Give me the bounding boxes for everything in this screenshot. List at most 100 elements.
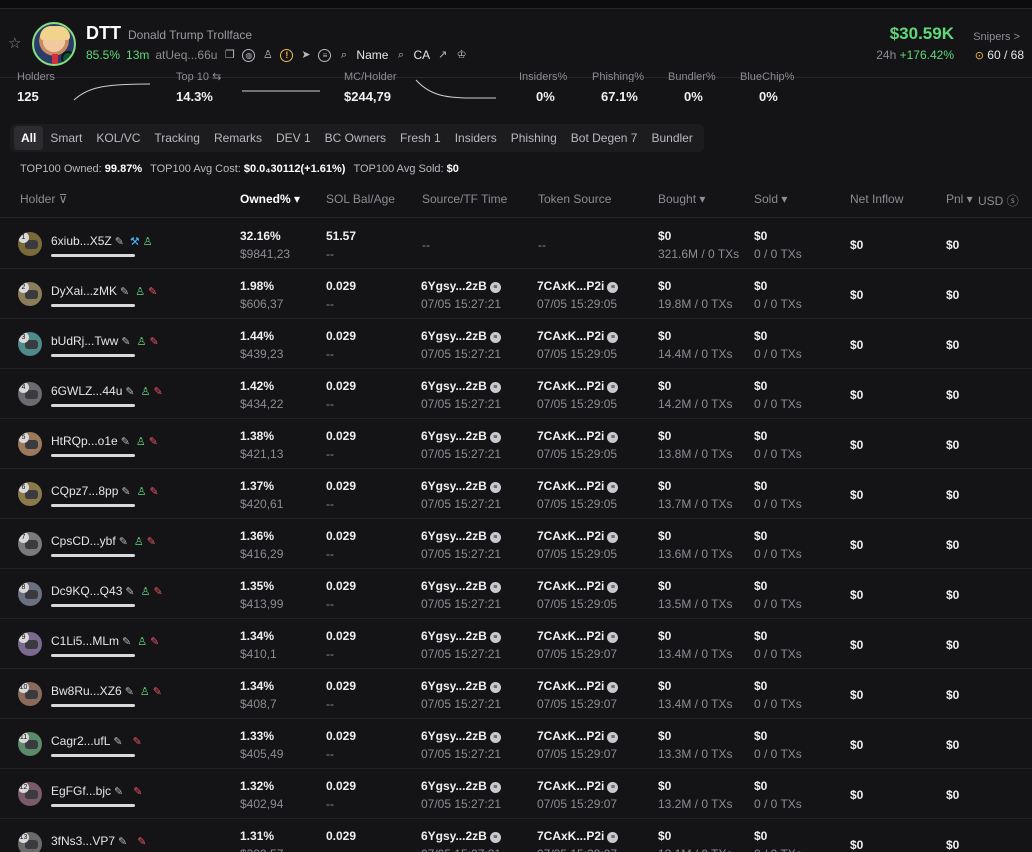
edit-remark-icon[interactable]: ✎ [121, 486, 130, 498]
edit-remark-icon[interactable]: ✎ [114, 786, 123, 798]
source-address[interactable]: 6Ygsy...2zB ≡ [421, 729, 501, 743]
edit-remark-icon[interactable]: ✎ [119, 536, 128, 548]
holder-address-cell[interactable]: Dc9KQ...Q43 ✎ ♙ ✎ [51, 584, 163, 598]
table-row[interactable]: 5 HtRQp...o1e ✎ ♙ ✎ 1.38% $421,13 0.029 -- … [0, 419, 1032, 469]
tab-remarks[interactable]: Remarks [207, 126, 269, 150]
token-source-address[interactable]: 7CAxK...P2i ≡ [537, 579, 619, 593]
holder-address[interactable]: Cagr2...ufL [51, 734, 110, 748]
edit-remark-icon[interactable]: ✎ [121, 436, 130, 448]
tab-bot-degen[interactable]: Bot Degen 7 [564, 126, 645, 150]
tab-kol-vc[interactable]: KOL/VC [89, 126, 147, 150]
header-sold[interactable]: Sold ▾ [754, 192, 787, 206]
token-source-address[interactable]: 7CAxK...P2i ≡ [537, 429, 619, 443]
holder-address-cell[interactable]: HtRQp...o1e ✎ ♙ ✎ [51, 434, 158, 448]
holder-address[interactable]: Dc9KQ...Q43 [51, 584, 122, 598]
holder-address[interactable]: 6xiub...X5Z [51, 234, 112, 248]
table-row[interactable]: 9 C1Li5...MLm ✎ ♙ ✎ 1.34% $410,1 0.029 -- 6… [0, 619, 1032, 669]
external-link-icon[interactable]: ↗ [436, 49, 449, 62]
holder-address-cell[interactable]: DyXai...zMK ✎ ♙ ✎ [51, 284, 157, 298]
crown-icon[interactable]: ♔ [455, 49, 468, 62]
holder-address[interactable]: C1Li5...MLm [51, 634, 119, 648]
holder-address[interactable]: DyXai...zMK [51, 284, 117, 298]
edit-remark-icon[interactable]: ✎ [125, 686, 134, 698]
snipers-link[interactable]: Snipers > [973, 31, 1020, 43]
holder-address-cell[interactable]: 6xiub...X5Z ✎ ⚒ ♙ [51, 234, 153, 248]
edit-remark-icon[interactable]: ✎ [125, 386, 134, 398]
token-source-address[interactable]: 7CAxK...P2i ≡ [537, 729, 619, 743]
edit-remark-icon[interactable]: ✎ [115, 236, 124, 248]
copy-icon[interactable]: ❐ [223, 49, 236, 62]
table-row[interactable]: 3 bUdRj...Tww ✎ ♙ ✎ 1.44% $439,23 0.029 -- … [0, 319, 1032, 369]
header-bought[interactable]: Bought ▾ [658, 192, 705, 206]
holder-address-cell[interactable]: CpsCD...ybf ✎ ♙ ✎ [51, 534, 156, 548]
holder-address-cell[interactable]: CQpz7...8pp ✎ ♙ ✎ [51, 484, 159, 498]
holder-address[interactable]: EgFGf...bjc [51, 784, 111, 798]
header-net-inflow[interactable]: Net Inflow [850, 192, 903, 206]
holder-address[interactable]: CQpz7...8pp [51, 484, 118, 498]
search-ca-icon[interactable]: ⌕ [394, 49, 407, 62]
token-source-address[interactable]: 7CAxK...P2i ≡ [537, 629, 619, 643]
header-holder[interactable]: Holder ⊽ [20, 192, 68, 206]
header-sol-bal[interactable]: SOL Bal/Age [326, 192, 395, 206]
header-owned[interactable]: Owned% ▾ [240, 192, 300, 206]
table-row[interactable]: 13 3fNs3...VP7✎✎ 1.31% $399,57 0.029 -- … [0, 819, 1032, 852]
tab-insiders[interactable]: Insiders [448, 126, 504, 150]
source-address[interactable]: 6Ygsy...2zB ≡ [421, 429, 501, 443]
edit-remark-icon[interactable]: ✎ [125, 586, 134, 598]
holder-address[interactable]: 3fNs3...VP7 [51, 834, 115, 848]
holder-address-cell[interactable]: bUdRj...Tww ✎ ♙ ✎ [51, 334, 159, 348]
source-address[interactable]: 6Ygsy...2zB ≡ [421, 679, 501, 693]
warning-icon[interactable]: ! [280, 48, 294, 62]
search-name-link[interactable]: Name [356, 48, 388, 62]
tab-tracking[interactable]: Tracking [147, 126, 207, 150]
edit-remark-icon[interactable]: ✎ [118, 836, 127, 848]
token-source-address[interactable]: 7CAxK...P2i ≡ [537, 779, 619, 793]
holder-address[interactable]: CpsCD...ybf [51, 534, 116, 548]
token-source-address[interactable]: 7CAxK...P2i ≡ [537, 329, 619, 343]
dollar-circle-icon[interactable]: ⓢ [1007, 194, 1019, 208]
table-row[interactable]: 2 DyXai...zMK ✎ ♙ ✎ 1.98% $606,37 0.029 -- … [0, 269, 1032, 319]
header-usd-toggle[interactable]: USD ⓢ [978, 192, 1019, 209]
holder-address-cell[interactable]: Bw8Ru...XZ6 ✎ ♙ ✎ [51, 684, 162, 698]
user-icon[interactable]: ♙ [261, 49, 274, 62]
tab-smart[interactable]: Smart [43, 126, 89, 150]
holder-address[interactable]: 6GWLZ...44u [51, 384, 122, 398]
table-row[interactable]: 4 6GWLZ...44u ✎ ♙ ✎ 1.42% $434,22 0.029 -- … [0, 369, 1032, 419]
holder-address[interactable]: Bw8Ru...XZ6 [51, 684, 122, 698]
holder-address-cell[interactable]: 3fNs3...VP7 ✎ ✎ [51, 834, 146, 848]
header-token-source[interactable]: Token Source [538, 192, 611, 206]
table-row[interactable]: 1 6xiub...X5Z ✎ ⚒ ♙ 32.16% $9841,23 51.57 -… [0, 219, 1032, 269]
tab-fresh[interactable]: Fresh 1 [393, 126, 448, 150]
holder-address-cell[interactable]: EgFGf...bjc ✎ ✎ [51, 784, 142, 798]
source-address[interactable]: 6Ygsy...2zB ≡ [421, 579, 501, 593]
table-row[interactable]: 11 Cagr2...ufL ✎ ✎ 1.33% $405,49 0.029 -- … [0, 719, 1032, 769]
website-icon[interactable]: ◍ [242, 48, 256, 62]
source-address[interactable]: 6Ygsy...2zB ≡ [421, 529, 501, 543]
header-source-time[interactable]: Source/TF Time [422, 192, 507, 206]
table-row[interactable]: 7 CpsCD...ybf ✎ ♙ ✎ 1.36% $416,29 0.029 -- … [0, 519, 1032, 569]
token-source-address[interactable]: 7CAxK...P2i ≡ [537, 379, 619, 393]
source-address[interactable]: 6Ygsy...2zB ≡ [421, 479, 501, 493]
holder-address-cell[interactable]: 6GWLZ...44u ✎ ♙ ✎ [51, 384, 163, 398]
holder-address-cell[interactable]: Cagr2...ufL ✎ ✎ [51, 734, 142, 748]
tab-bundler[interactable]: Bundler [644, 126, 699, 150]
source-address[interactable]: 6Ygsy...2zB ≡ [421, 629, 501, 643]
tab-all[interactable]: All [14, 126, 44, 150]
token-source-address[interactable]: 7CAxK...P2i ≡ [537, 479, 619, 493]
filter-icon[interactable]: ⊽ [59, 192, 68, 206]
holder-address[interactable]: bUdRj...Tww [51, 334, 118, 348]
source-address[interactable]: 6Ygsy...2zB ≡ [421, 779, 501, 793]
tab-phishing[interactable]: Phishing [504, 126, 564, 150]
edit-remark-icon[interactable]: ✎ [113, 736, 122, 748]
tab-bc-owners[interactable]: BC Owners [318, 126, 393, 150]
token-source-address[interactable]: 7CAxK...P2i ≡ [537, 679, 619, 693]
menu-circle-icon[interactable]: ≡ [318, 48, 332, 62]
table-row[interactable]: 12 EgFGf...bjc ✎ ✎ 1.32% $402,94 0.029 -- … [0, 769, 1032, 819]
source-address[interactable]: 6Ygsy...2zB ≡ [421, 329, 501, 343]
holder-address-cell[interactable]: C1Li5...MLm ✎ ♙ ✎ [51, 634, 159, 648]
source-address[interactable]: 6Ygsy...2zB ≡ [421, 829, 501, 843]
edit-remark-icon[interactable]: ✎ [122, 636, 131, 648]
table-row[interactable]: 10 Bw8Ru...XZ6 ✎ ♙ ✎ 1.34% $408,7 0.029 -- … [0, 669, 1032, 719]
header-pnl[interactable]: Pnl ▾ [946, 192, 973, 206]
token-source-address[interactable]: 7CAxK...P2i ≡ [537, 529, 619, 543]
